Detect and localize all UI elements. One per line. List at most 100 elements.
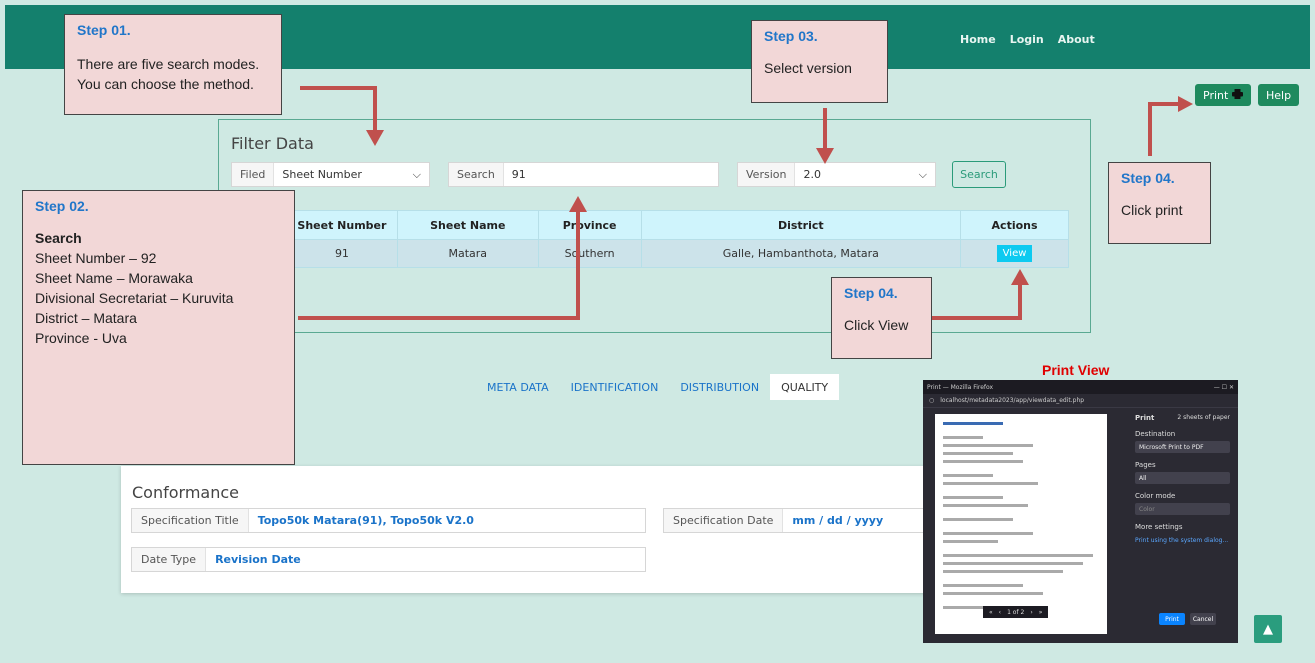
first-page-icon[interactable]: « bbox=[989, 609, 993, 616]
preview-text-line bbox=[943, 562, 1083, 565]
conformance-title: Conformance bbox=[132, 483, 239, 502]
reload-icon[interactable]: ○ bbox=[929, 397, 934, 404]
preview-text-line bbox=[943, 422, 1003, 425]
search-input-group[interactable]: Search 91 bbox=[448, 162, 719, 187]
window-controls-icon[interactable]: — ☐ ✕ bbox=[1214, 384, 1234, 391]
print-address-bar: ○ localhost/metadata2023/app/viewdata_ed… bbox=[923, 394, 1238, 408]
step-01-heading: Step 01. bbox=[77, 22, 131, 38]
preview-text-line bbox=[943, 554, 1093, 557]
step-04-view-note: Step 04. Click View bbox=[831, 277, 932, 359]
pages-select[interactable]: All bbox=[1135, 472, 1230, 484]
spec-title-value[interactable]: Topo50k Matara(91), Topo50k V2.0 bbox=[249, 514, 483, 527]
preview-text-line bbox=[943, 584, 1023, 587]
version-select[interactable]: 2.0 ⌵ bbox=[795, 168, 935, 182]
preview-text-line bbox=[943, 540, 998, 543]
search-label: Search bbox=[449, 163, 504, 186]
tab-distribution[interactable]: DISTRIBUTION bbox=[669, 374, 770, 400]
field-select-value: Sheet Number bbox=[282, 168, 362, 181]
preview-text-line bbox=[943, 436, 983, 439]
spec-date-value[interactable]: mm / dd / yyyy bbox=[783, 514, 892, 527]
step-02-line: Province - Uva bbox=[35, 330, 127, 346]
step-04-print-text: Click print bbox=[1121, 202, 1183, 218]
preview-text-line bbox=[943, 444, 1033, 447]
search-input[interactable]: 91 bbox=[504, 168, 718, 181]
version-select-group[interactable]: Version 2.0 ⌵ bbox=[737, 162, 936, 187]
print-button-label: Print bbox=[1203, 88, 1229, 102]
top-nav-links: Home Login About bbox=[960, 33, 1095, 46]
print-settings-panel: Print 2 sheets of paper Destination Micr… bbox=[1127, 408, 1238, 643]
cell-sheet-name: Matara bbox=[396, 239, 539, 268]
back-to-top-button[interactable]: ▲ bbox=[1254, 615, 1282, 643]
nav-home-link[interactable]: Home bbox=[960, 33, 996, 46]
step-02-subheading: Search bbox=[35, 230, 82, 246]
preview-text-line bbox=[943, 482, 1038, 485]
print-view-label: Print View bbox=[1042, 362, 1110, 378]
destination-label: Destination bbox=[1135, 430, 1176, 438]
destination-select[interactable]: Microsoft Print to PDF bbox=[1135, 441, 1230, 453]
version-select-value: 2.0 bbox=[803, 168, 821, 181]
step-02-note: Step 02. Search Sheet Number – 92 Sheet … bbox=[22, 190, 295, 465]
search-input-value: 91 bbox=[511, 168, 526, 181]
search-button[interactable]: Search bbox=[952, 161, 1006, 188]
print-confirm-button[interactable]: Print bbox=[1159, 613, 1185, 625]
tab-identification[interactable]: IDENTIFICATION bbox=[560, 374, 670, 400]
step-03-text: Select version bbox=[764, 60, 852, 76]
prev-page-icon[interactable]: ‹ bbox=[999, 609, 1001, 616]
col-actions: Actions bbox=[960, 210, 1069, 240]
printer-icon bbox=[1232, 88, 1244, 102]
step-02-line: Sheet Number – 92 bbox=[35, 250, 157, 266]
nav-login-link[interactable]: Login bbox=[1010, 33, 1044, 46]
print-sheets: 2 sheets of paper bbox=[1177, 414, 1230, 421]
help-button[interactable]: Help bbox=[1258, 84, 1300, 106]
print-address: localhost/metadata2023/app/viewdata_edit… bbox=[940, 397, 1085, 404]
chevron-down-icon: ⌵ bbox=[412, 167, 421, 181]
date-type-value[interactable]: Revision Date bbox=[206, 553, 310, 566]
preview-text-line bbox=[943, 460, 1023, 463]
preview-text-line bbox=[943, 518, 1013, 521]
color-mode-select[interactable]: Color bbox=[1135, 503, 1230, 515]
step-01-note: Step 01. There are five search modes. Yo… bbox=[64, 14, 282, 115]
print-pager[interactable]: « ‹ 1 of 2 › » bbox=[983, 606, 1049, 618]
col-district: District bbox=[640, 210, 962, 240]
spec-title-label: Specification Title bbox=[132, 509, 249, 532]
next-page-icon[interactable]: › bbox=[1030, 609, 1032, 616]
step-02-line: Divisional Secretariat – Kuruvita bbox=[35, 290, 234, 306]
field-select-group[interactable]: Filed Sheet Number ⌵ bbox=[231, 162, 430, 187]
print-window-title: Print — Mozilla Firefox bbox=[927, 383, 994, 391]
col-sheet-name: Sheet Name bbox=[396, 210, 539, 240]
conformance-card: Conformance Specification Title Topo50k … bbox=[121, 466, 928, 593]
step-01-line2: You can choose the method. bbox=[77, 76, 254, 92]
preview-text-line bbox=[943, 452, 1013, 455]
tab-meta-data[interactable]: META DATA bbox=[476, 374, 560, 400]
date-type-field[interactable]: Date Type Revision Date bbox=[131, 547, 646, 572]
step-04-print-note: Step 04. Click print bbox=[1108, 162, 1211, 244]
last-page-icon[interactable]: » bbox=[1039, 609, 1043, 616]
col-sheet-number: Sheet Number bbox=[286, 210, 398, 240]
tab-quality[interactable]: QUALITY bbox=[770, 374, 840, 400]
step-04-view-heading: Step 04. bbox=[844, 285, 898, 301]
preview-text-line bbox=[943, 570, 1063, 573]
print-window-titlebar: Print — Mozilla Firefox — ☐ ✕ bbox=[923, 380, 1238, 394]
system-dialog-link[interactable]: Print using the system dialog... bbox=[1135, 537, 1230, 544]
print-button[interactable]: Print bbox=[1195, 84, 1252, 106]
preview-text-line bbox=[943, 592, 1043, 595]
step-04-view-text: Click View bbox=[844, 317, 909, 333]
cell-district: Galle, Hambanthota, Matara bbox=[640, 239, 962, 268]
step-03-heading: Step 03. bbox=[764, 28, 818, 44]
field-select[interactable]: Sheet Number ⌵ bbox=[274, 168, 429, 182]
cell-sheet-number: 91 bbox=[286, 239, 398, 268]
print-cancel-button[interactable]: Cancel bbox=[1190, 613, 1216, 625]
field-label: Filed bbox=[232, 163, 275, 186]
col-province: Province bbox=[537, 210, 642, 240]
print-page-preview bbox=[935, 414, 1107, 634]
date-type-label: Date Type bbox=[132, 548, 207, 571]
pages-label: Pages bbox=[1135, 461, 1156, 469]
version-label: Version bbox=[738, 163, 796, 186]
nav-about-link[interactable]: About bbox=[1058, 33, 1095, 46]
view-button[interactable]: View bbox=[996, 245, 1033, 262]
print-panel-title: Print bbox=[1135, 414, 1155, 422]
more-settings[interactable]: More settings bbox=[1135, 523, 1230, 531]
spec-date-field[interactable]: Specification Date mm / dd / yyyy bbox=[663, 508, 928, 533]
spec-title-field[interactable]: Specification Title Topo50k Matara(91), … bbox=[131, 508, 646, 533]
cell-province: Southern bbox=[537, 239, 642, 268]
